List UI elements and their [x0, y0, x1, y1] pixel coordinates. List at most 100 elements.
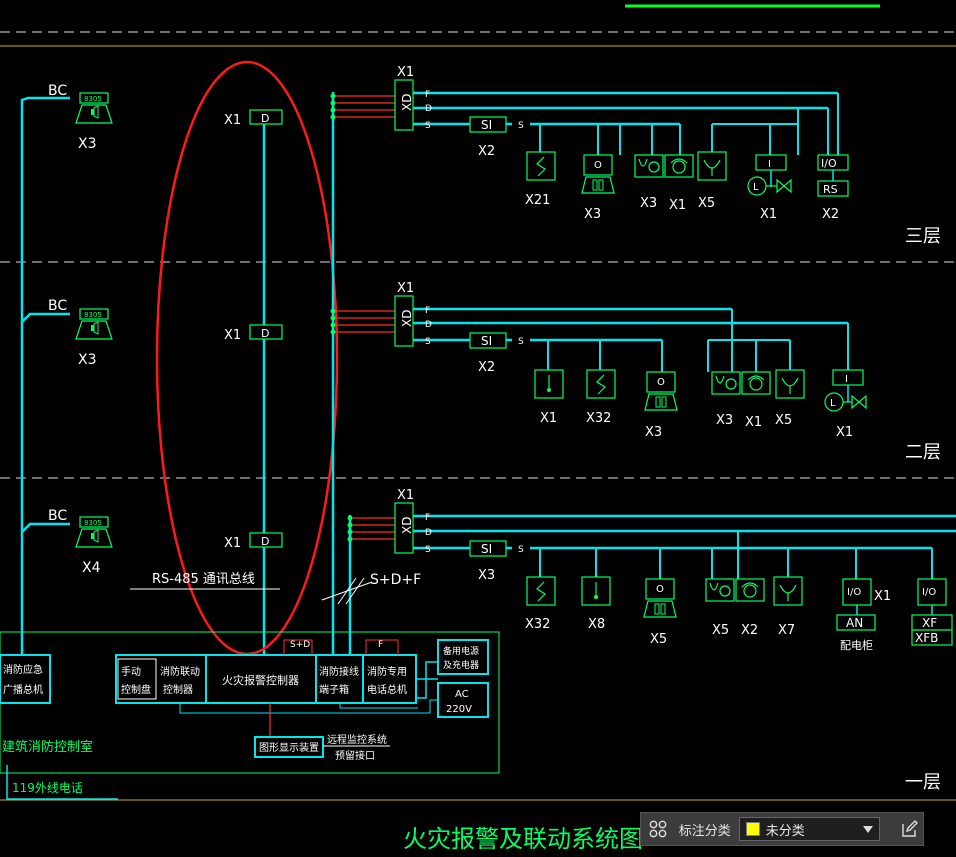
- backup-line1: 备用电源: [443, 645, 479, 657]
- terminal-line2: 端子箱: [319, 683, 349, 696]
- third-x1a: X1: [669, 198, 686, 213]
- si-qty-2: X2: [478, 360, 495, 375]
- manual-line2: 控制盘: [121, 683, 151, 696]
- third-o-box: O: [594, 160, 602, 171]
- third-i-box: I: [768, 159, 771, 170]
- first-xfb: XFB: [915, 631, 938, 645]
- speaker-tag-1: 8305: [84, 519, 102, 527]
- manual-call-point-icon: [705, 578, 765, 602]
- phone-line1: 消防专用: [367, 665, 407, 678]
- si-s-2: S: [518, 337, 524, 347]
- heat-detector-icon: [581, 576, 611, 606]
- xd-d-3: D: [425, 104, 432, 114]
- xd-s-2: S: [425, 337, 431, 347]
- broadcast-riser: [20, 96, 70, 660]
- backup-line2: 及充电器: [443, 659, 479, 671]
- display-box-label: D: [261, 535, 269, 548]
- third-l-box: L: [753, 182, 759, 193]
- second-x1b: X1: [836, 425, 853, 440]
- second-x5: X5: [775, 413, 792, 428]
- controller-label: 火灾报警控制器: [222, 673, 299, 687]
- second-o-x3: X3: [645, 425, 662, 440]
- connector: [416, 661, 438, 699]
- speaker-bc-2: BC: [48, 298, 67, 314]
- second-x32: X32: [586, 411, 611, 426]
- sdf-slash-1: [337, 577, 357, 605]
- first-io2: I/O: [922, 587, 936, 598]
- broadcast-line2: 广播总机: [3, 683, 43, 696]
- broadcast-branch-2: [21, 312, 70, 323]
- smoke-detector-icon: [586, 369, 616, 399]
- second-x1: X1: [540, 411, 557, 426]
- third-rs-box: RS: [823, 183, 838, 196]
- display-unit-1: D: [249, 532, 283, 548]
- manual-call-point-icon: [634, 154, 694, 178]
- third-floor-bus: [330, 79, 839, 155]
- category-selected: 未分类: [765, 823, 805, 839]
- display-box-label: D: [261, 327, 269, 340]
- broadcast-branch-1: [21, 522, 70, 533]
- edit-icon[interactable]: [894, 814, 923, 844]
- remote-line1: 远程监控系统: [327, 733, 387, 746]
- third-o-x3: X3: [584, 207, 601, 222]
- second-x1a: X1: [745, 415, 762, 430]
- remote-line2: 预留接口: [335, 749, 375, 762]
- manual-call-point-icon: [711, 371, 771, 395]
- speaker-bc-1: BC: [48, 508, 67, 524]
- speaker-tag-2: 8305: [84, 311, 102, 319]
- xd-d-1: D: [425, 528, 432, 538]
- speaker-tag-3: 8305: [84, 95, 102, 103]
- sd-tag: S+D: [290, 640, 310, 650]
- alarm-bell-icon: [775, 369, 805, 399]
- terminal-line1: 消防接线: [319, 665, 359, 678]
- ac-line2: 220V: [446, 704, 472, 715]
- fire-alarm-diagram: 三层 二层 一层 BC 8305 X3 BC 8305 X3 BC 8305 X…: [0, 4, 956, 853]
- display-qty-3: X1: [224, 113, 241, 128]
- first-x1: X1: [874, 589, 891, 604]
- display-qty-1: X1: [224, 536, 241, 551]
- first-x5: X5: [712, 623, 729, 638]
- category-color-swatch: [745, 822, 760, 836]
- broadcast-line1: 消防应急: [3, 663, 43, 676]
- rs485-label: RS-485 通讯总线: [152, 572, 255, 587]
- category-label: 标注分类: [678, 823, 731, 839]
- third-x3: X3: [640, 196, 657, 211]
- phone-line2: 电话总机: [367, 683, 407, 696]
- third-x21: X21: [525, 193, 550, 208]
- annotation-toolbar: 标注分类 未分类: [640, 812, 924, 846]
- ac-line1: AC: [455, 689, 469, 700]
- graphic-label: 图形显示装置: [259, 741, 319, 754]
- xd-f-1: F: [425, 513, 430, 523]
- category-select[interactable]: 未分类: [738, 817, 881, 841]
- display-unit-2: D: [249, 324, 283, 340]
- xd-qty-2: X1: [397, 281, 414, 296]
- speaker-qty-2: X3: [78, 352, 97, 368]
- first-x5o: X5: [650, 632, 667, 647]
- heat-detector-icon: [534, 369, 564, 399]
- display-box-label: D: [261, 112, 269, 125]
- third-x2: X2: [822, 207, 839, 222]
- third-x1b: X1: [760, 207, 777, 222]
- smoke-detector-icon: [526, 576, 556, 606]
- grid-icon[interactable]: [644, 814, 673, 844]
- floor-label-third: 三层: [905, 226, 941, 247]
- manual-line1: 手动: [121, 665, 141, 678]
- xd-s-3: S: [425, 121, 431, 131]
- first-x8: X8: [588, 617, 605, 632]
- third-x5: X5: [698, 196, 715, 211]
- linkage-line2: 控制器: [163, 683, 193, 696]
- highlight-ellipse: [155, 60, 339, 656]
- sdf-label: S+D+F: [370, 572, 421, 588]
- xd-d-2: D: [425, 320, 432, 330]
- diagram-title: 火灾报警及联动系统图: [403, 825, 643, 853]
- si-qty-1: X3: [478, 568, 495, 583]
- first-x32: X32: [525, 617, 550, 632]
- smoke-detector-icon: [526, 151, 556, 181]
- xd-f-3: F: [425, 90, 430, 100]
- third-io-box: I/O: [821, 157, 837, 170]
- control-room-name: 建筑消防控制室: [2, 739, 93, 755]
- first-floor-bus: [347, 502, 956, 579]
- sdf-slash-2: [345, 577, 365, 605]
- si-s-3: S: [518, 121, 524, 131]
- first-xf: XF: [922, 616, 937, 630]
